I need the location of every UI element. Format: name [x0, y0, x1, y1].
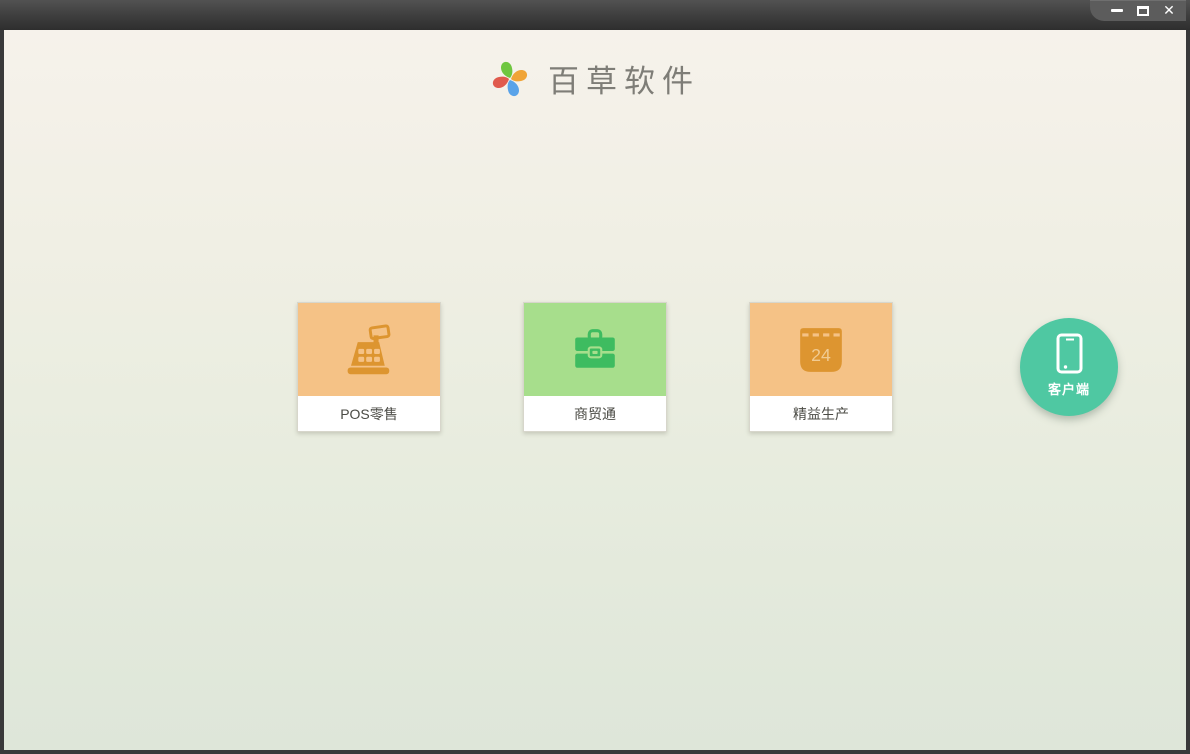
app-window: ✕ 百草软件 POS零售 商贸通 24 精益生产 客户端 [0, 0, 1190, 754]
briefcase-icon [575, 328, 615, 368]
smartphone-icon [1056, 333, 1082, 374]
pos-card-art [298, 303, 440, 396]
maximize-button[interactable] [1132, 1, 1154, 21]
product-label-trade: 商贸通 [524, 396, 666, 431]
minimize-icon [1111, 9, 1123, 12]
minimize-button[interactable] [1106, 1, 1128, 21]
calendar-icon: 24 [800, 327, 842, 372]
pinwheel-logo-icon [492, 61, 528, 96]
calendar-day-number: 24 [811, 344, 831, 364]
product-label-lean: 精益生产 [750, 396, 892, 431]
cash-register-icon [347, 323, 391, 374]
product-card-lean[interactable]: 24 精益生产 [749, 302, 893, 432]
trade-card-art [524, 303, 666, 396]
app-title: 百草软件 [548, 64, 700, 100]
client-button[interactable]: 客户端 [1020, 318, 1118, 416]
product-card-pos[interactable]: POS零售 [297, 302, 441, 432]
product-card-trade[interactable]: 商贸通 [523, 302, 667, 432]
titlebar[interactable]: ✕ [0, 0, 1190, 30]
window-controls: ✕ [1090, 0, 1186, 21]
close-button[interactable]: ✕ [1158, 1, 1180, 21]
maximize-icon [1137, 5, 1149, 16]
lean-card-art: 24 [750, 303, 892, 396]
client-button-label: 客户端 [1047, 382, 1090, 397]
product-label-pos: POS零售 [298, 396, 440, 431]
close-icon: ✕ [1163, 2, 1175, 19]
main-content: 百草软件 POS零售 商贸通 24 精益生产 客户端 [4, 30, 1186, 750]
header-logo: 百草软件 [4, 56, 1186, 101]
